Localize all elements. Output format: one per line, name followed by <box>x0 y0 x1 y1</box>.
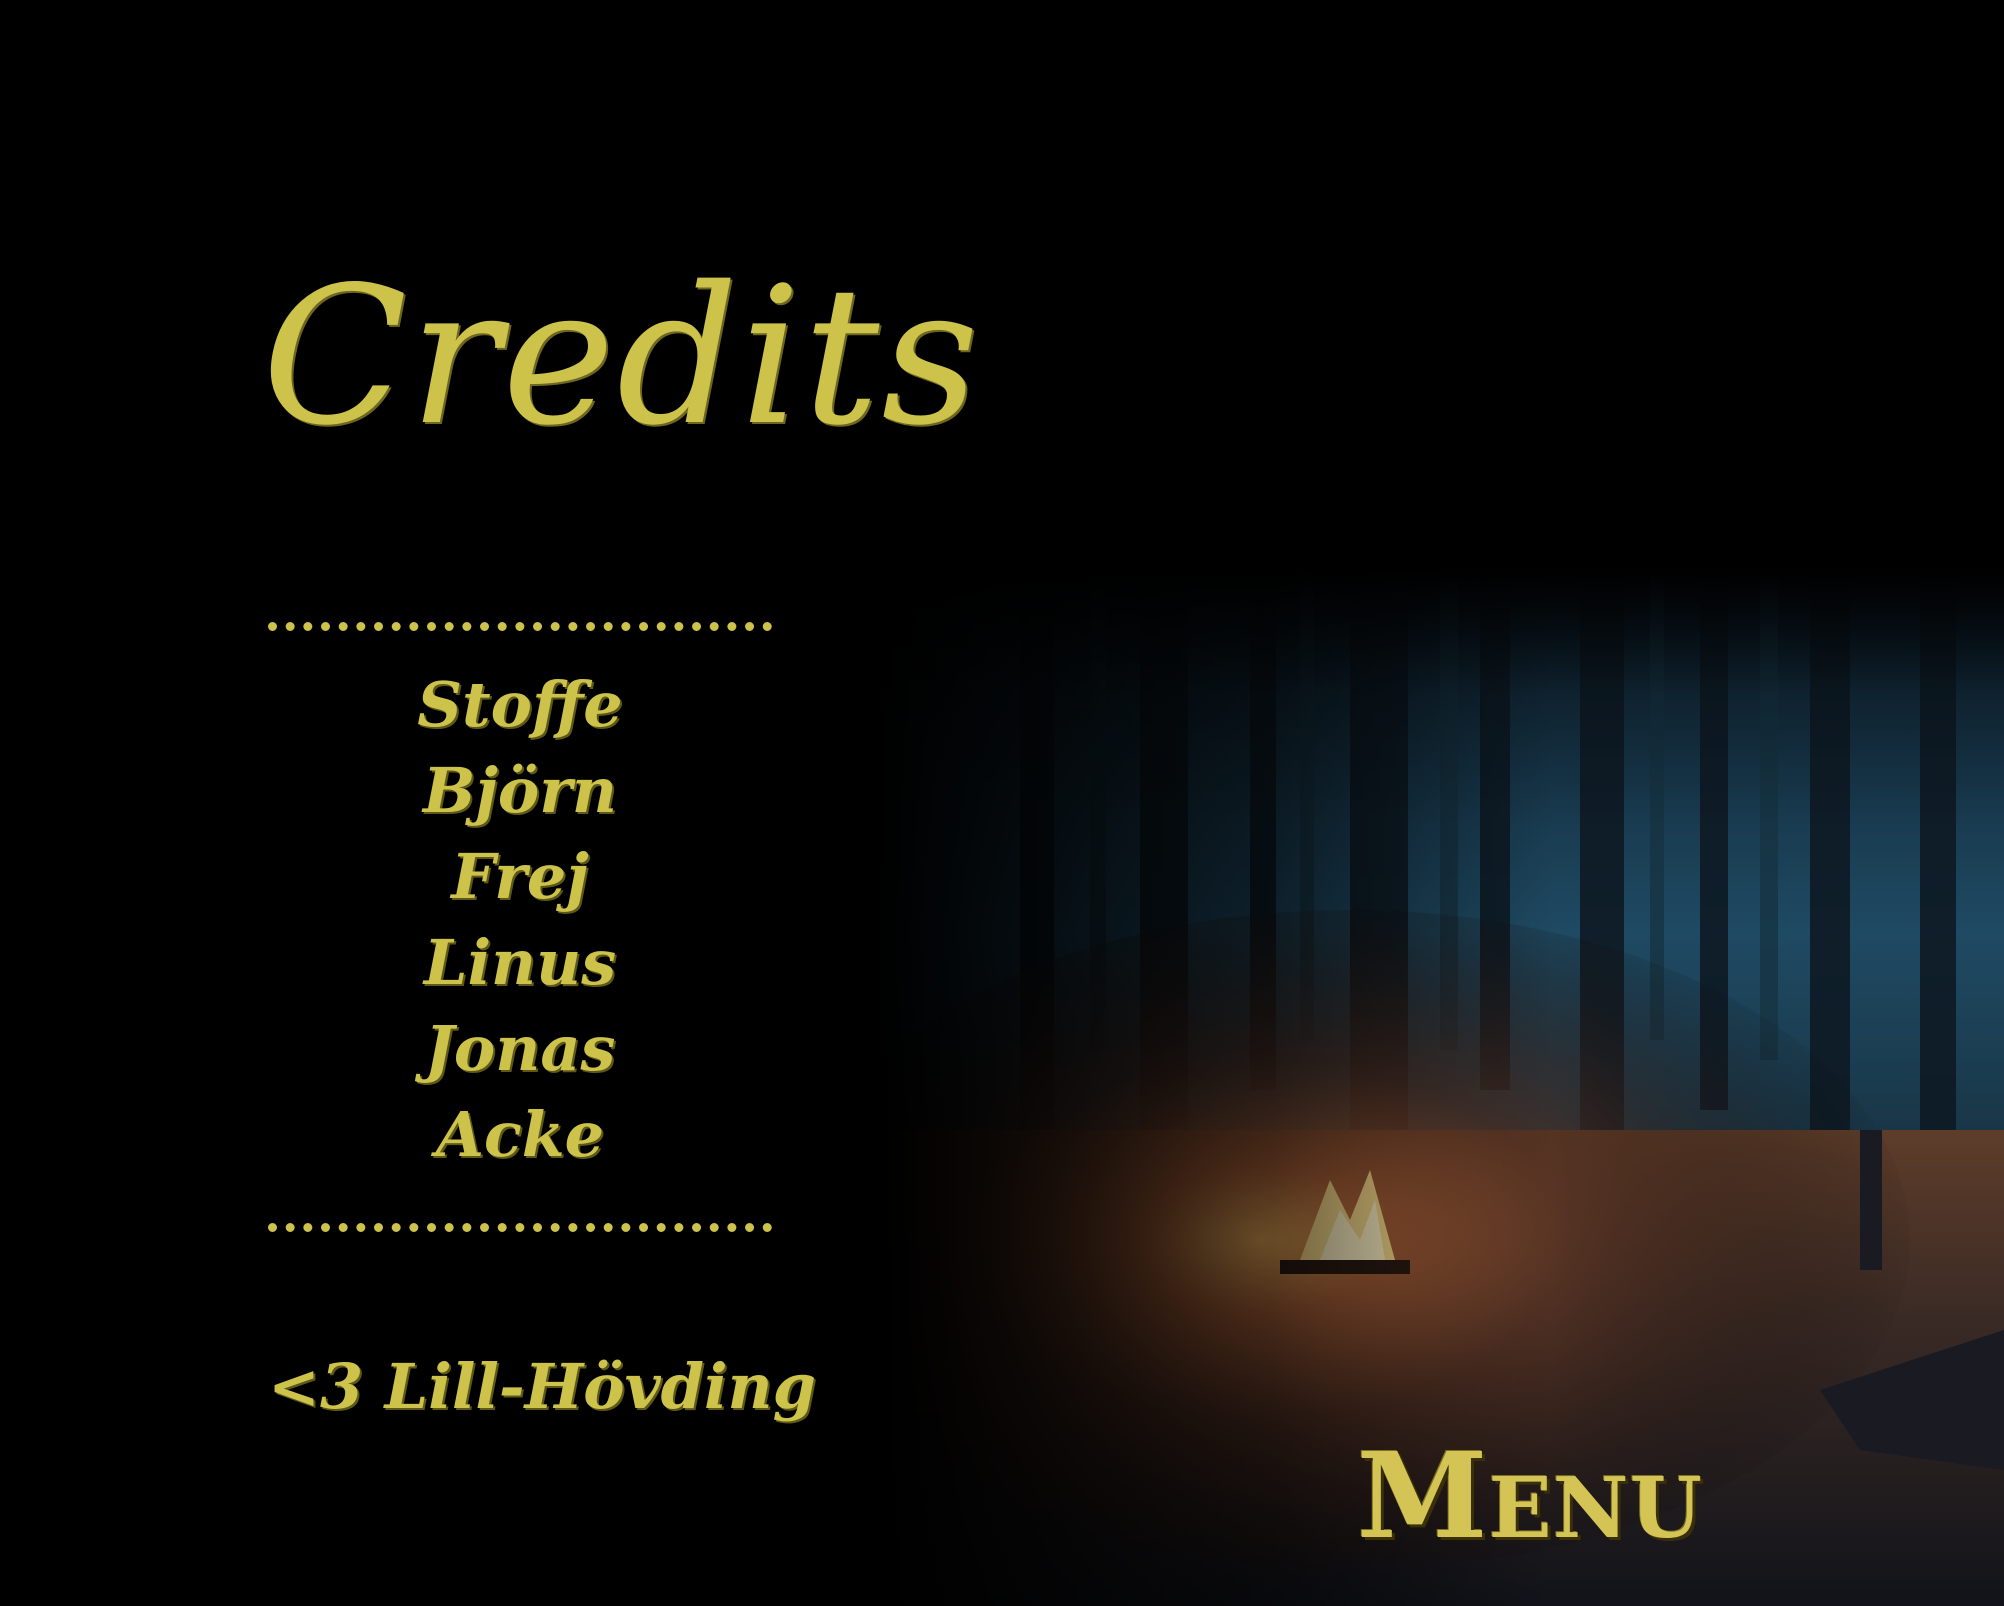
credit-name: Jonas <box>424 1012 616 1085</box>
credits-title: Credits <box>262 246 981 467</box>
credit-name: Frej <box>451 840 589 913</box>
top-divider <box>268 622 772 631</box>
dedication-text: <3 Lill-Hövding <box>268 1350 816 1423</box>
menu-button[interactable]: Menu <box>1350 1420 1710 1570</box>
bottom-divider <box>268 1223 772 1232</box>
credit-name: Björn <box>423 754 617 827</box>
credit-name: Acke <box>435 1098 605 1171</box>
credit-name: Linus <box>423 926 617 999</box>
credits-screen: Credits Stoffe Björn Frej Linus Jonas Ac… <box>0 0 2004 1606</box>
credit-name: Stoffe <box>417 668 623 741</box>
credits-names-list: Stoffe Björn Frej Linus Jonas Acke <box>268 662 772 1178</box>
